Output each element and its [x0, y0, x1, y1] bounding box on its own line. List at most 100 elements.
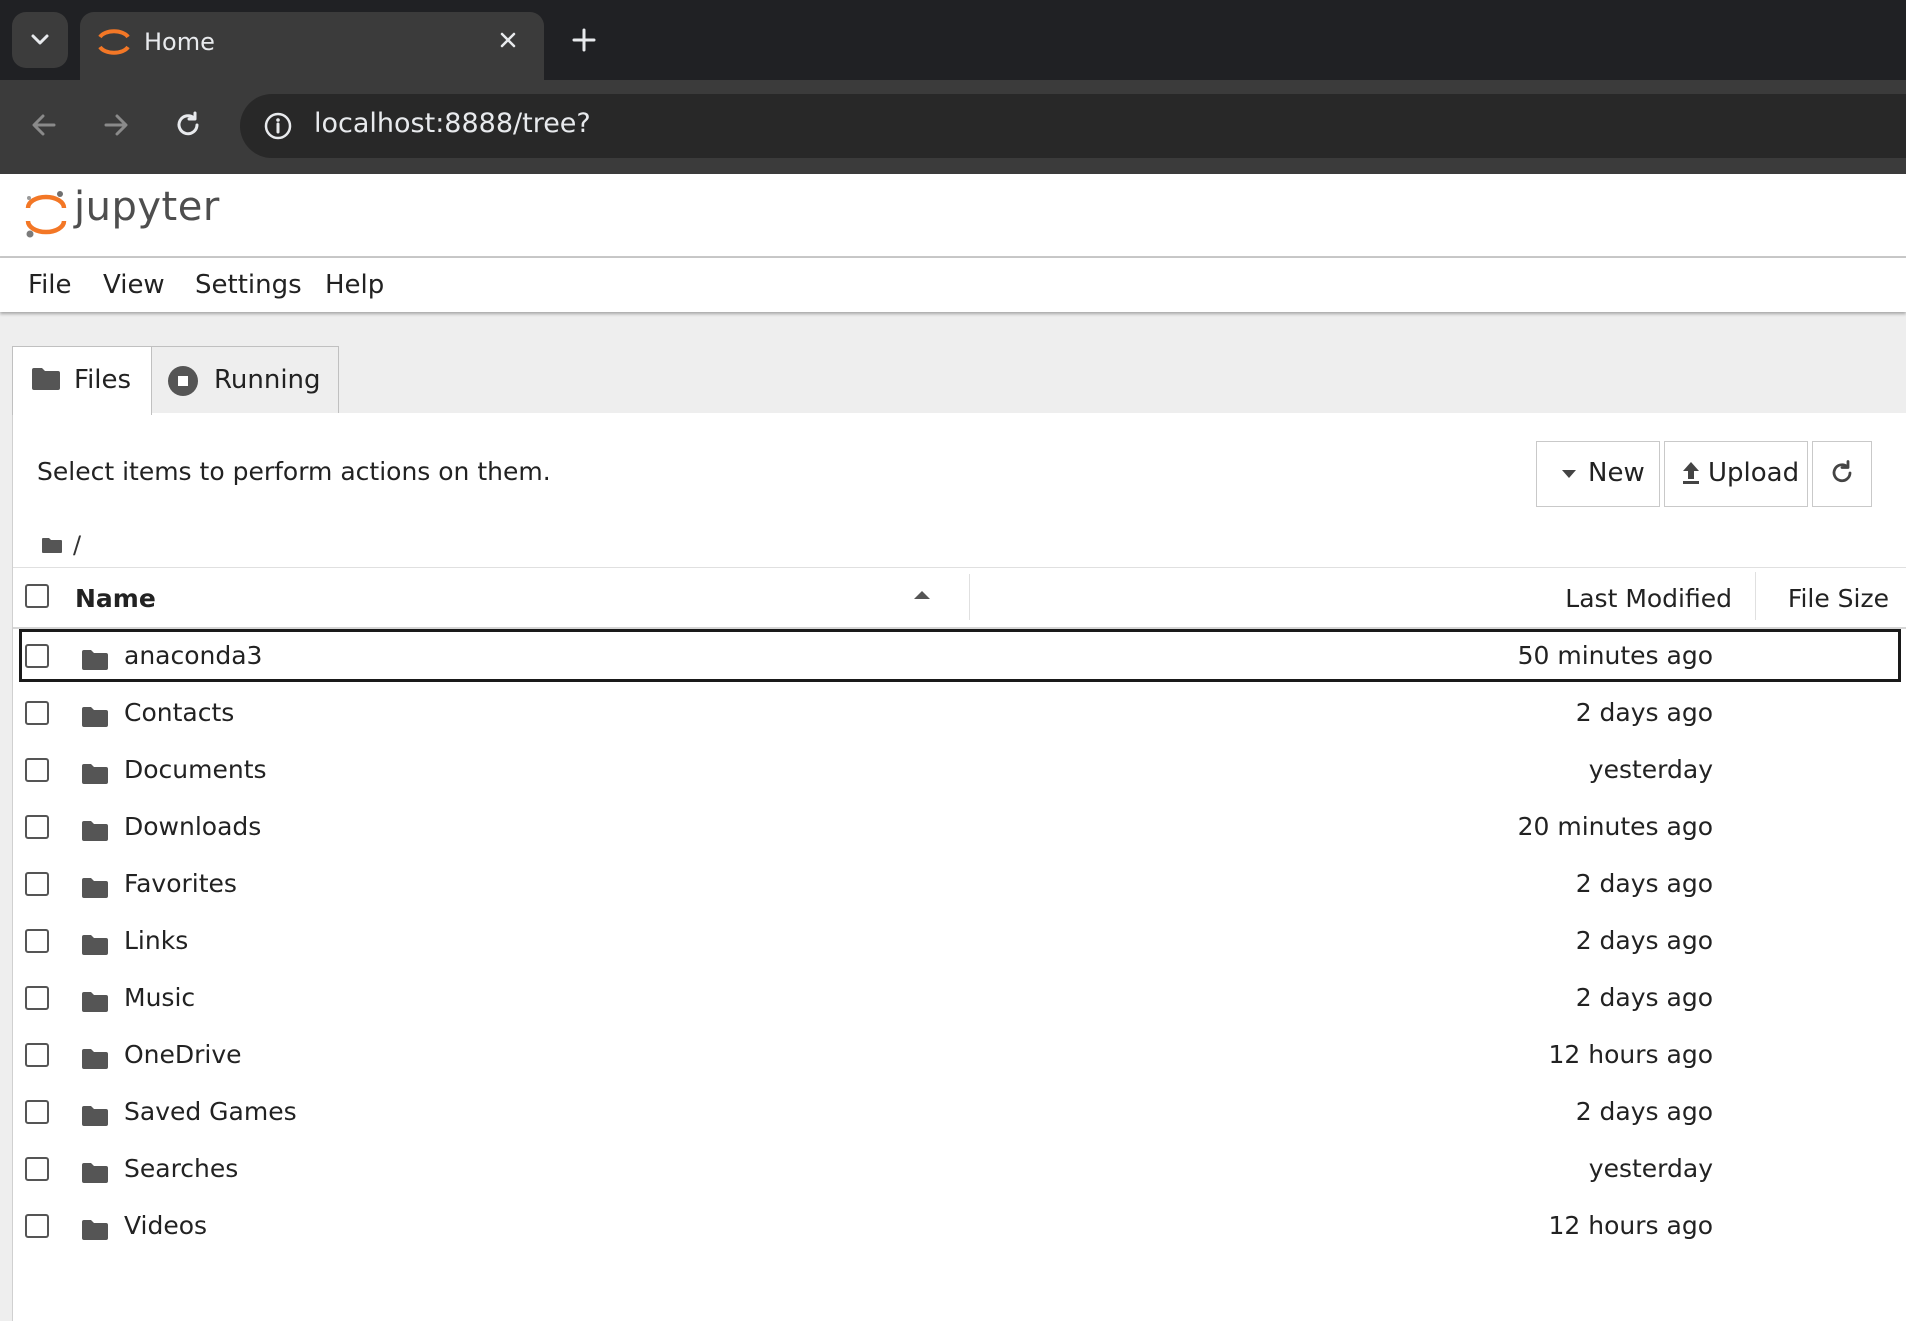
list-item[interactable]: OneDrive 12 hours ago — [13, 1026, 1906, 1083]
tab-files-label: Files — [74, 365, 132, 395]
item-modified: 2 days ago — [1575, 1097, 1713, 1126]
upload-button-label: Upload — [1708, 458, 1800, 488]
item-modified: 2 days ago — [1575, 698, 1713, 727]
column-name-header[interactable]: Name — [75, 584, 156, 613]
folder-icon — [82, 878, 108, 898]
upload-icon — [1683, 462, 1699, 484]
row-checkbox[interactable] — [25, 758, 49, 782]
item-modified: 50 minutes ago — [1517, 641, 1713, 670]
row-checkbox[interactable] — [25, 1043, 49, 1067]
row-checkbox[interactable] — [25, 929, 49, 953]
item-name[interactable]: Documents — [124, 755, 267, 784]
list-item[interactable]: anaconda3 50 minutes ago — [17, 627, 1903, 684]
column-last-modified-header[interactable]: Last Modified — [1565, 584, 1732, 613]
refresh-icon — [1832, 460, 1852, 483]
folder-icon — [82, 707, 108, 727]
list-item[interactable]: Videos 12 hours ago — [13, 1197, 1906, 1254]
row-checkbox[interactable] — [25, 1157, 49, 1181]
browser-toolbar: localhost:8888/tree? — [0, 80, 1906, 174]
item-modified: 2 days ago — [1575, 926, 1713, 955]
chevron-down-icon — [31, 34, 49, 45]
row-checkbox[interactable] — [25, 986, 49, 1010]
row-checkbox[interactable] — [25, 701, 49, 725]
item-name[interactable]: OneDrive — [124, 1040, 242, 1069]
reload-button[interactable] — [164, 101, 212, 149]
folder-icon — [82, 935, 108, 955]
row-checkbox[interactable] — [25, 872, 49, 896]
item-name[interactable]: Links — [124, 926, 188, 955]
jupyter-logo-icon[interactable] — [22, 188, 70, 240]
item-name[interactable]: Contacts — [124, 698, 234, 727]
folder-icon — [82, 1049, 108, 1069]
reload-icon — [177, 111, 199, 136]
list-item[interactable]: Music 2 days ago — [13, 969, 1906, 1026]
menu-settings[interactable]: Settings — [195, 270, 302, 300]
item-name[interactable]: anaconda3 — [124, 641, 262, 670]
folder-icon — [82, 821, 108, 841]
file-list: anaconda3 50 minutes ago Contacts 2 days… — [13, 627, 1906, 1254]
breadcrumb-path[interactable]: / — [73, 531, 81, 559]
list-item[interactable]: Saved Games 2 days ago — [13, 1083, 1906, 1140]
row-checkbox[interactable] — [25, 1100, 49, 1124]
tab-files[interactable]: Files — [12, 346, 152, 415]
select-all-checkbox[interactable] — [25, 584, 49, 608]
sort-ascending-icon[interactable] — [913, 590, 931, 600]
stop-circle-icon — [168, 366, 198, 396]
menu-file[interactable]: File — [28, 270, 72, 300]
item-name[interactable]: Videos — [124, 1211, 207, 1240]
column-file-size-header[interactable]: File Size — [1788, 584, 1889, 613]
list-item[interactable]: Contacts 2 days ago — [13, 684, 1906, 741]
folder-icon[interactable] — [41, 537, 63, 554]
browser-tab[interactable]: Home — [80, 12, 544, 80]
file-list-header: Name Last Modified File Size — [13, 567, 1906, 629]
arrow-left-icon — [32, 114, 56, 136]
menu-help[interactable]: Help — [325, 270, 384, 300]
new-tab-button[interactable] — [560, 20, 608, 60]
site-info-icon[interactable] — [258, 106, 298, 146]
menu-view[interactable]: View — [103, 270, 165, 300]
browser-tab-title: Home — [144, 28, 215, 56]
tab-running-label: Running — [214, 365, 321, 395]
list-item[interactable]: Documents yesterday — [13, 741, 1906, 798]
refresh-button[interactable] — [1812, 441, 1872, 507]
column-divider — [969, 574, 970, 620]
list-item[interactable]: Links 2 days ago — [13, 912, 1906, 969]
row-checkbox[interactable] — [25, 644, 49, 668]
new-button[interactable]: New — [1536, 441, 1660, 507]
back-button[interactable] — [20, 101, 68, 149]
menu-bar: File View Settings Help — [0, 258, 1906, 312]
arrow-right-icon — [104, 114, 128, 136]
item-name[interactable]: Music — [124, 983, 195, 1012]
item-name[interactable]: Saved Games — [124, 1097, 297, 1126]
forward-button[interactable] — [92, 101, 140, 149]
row-checkbox[interactable] — [25, 815, 49, 839]
upload-button[interactable]: Upload — [1664, 441, 1808, 507]
folder-icon — [82, 764, 108, 784]
jupyter-header: jupyter — [0, 174, 1906, 258]
item-modified: 2 days ago — [1575, 869, 1713, 898]
list-item[interactable]: Downloads 20 minutes ago — [13, 798, 1906, 855]
list-item[interactable]: Searches yesterday — [13, 1140, 1906, 1197]
main-area: Files Running Select items to perform ac… — [0, 312, 1906, 1321]
item-modified: 2 days ago — [1575, 983, 1713, 1012]
item-name[interactable]: Downloads — [124, 812, 261, 841]
folder-icon — [82, 1106, 108, 1126]
item-name[interactable]: Searches — [124, 1154, 238, 1183]
new-button-label: New — [1588, 458, 1645, 488]
tab-search-button[interactable] — [12, 12, 68, 68]
row-checkbox[interactable] — [25, 1214, 49, 1238]
plus-icon — [572, 28, 596, 52]
item-modified: yesterday — [1588, 1154, 1713, 1183]
close-tab-button[interactable] — [488, 20, 528, 60]
item-modified: 12 hours ago — [1548, 1040, 1713, 1069]
close-icon — [500, 32, 516, 48]
item-modified: yesterday — [1588, 755, 1713, 784]
file-browser-panel: Select items to perform actions on them.… — [12, 413, 1906, 1321]
address-bar[interactable]: localhost:8888/tree? — [240, 94, 1906, 158]
folder-icon — [82, 1163, 108, 1183]
breadcrumb: / — [41, 531, 81, 559]
list-item[interactable]: Favorites 2 days ago — [13, 855, 1906, 912]
tab-running[interactable]: Running — [151, 346, 339, 413]
folder-icon — [82, 650, 108, 670]
item-name[interactable]: Favorites — [124, 869, 237, 898]
